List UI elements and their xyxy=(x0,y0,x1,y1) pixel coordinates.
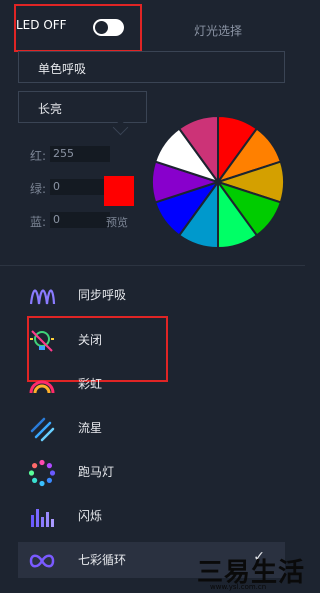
toggle-knob xyxy=(95,21,108,34)
blue-input[interactable]: 0 xyxy=(50,212,110,228)
red-input[interactable]: 255 xyxy=(50,146,110,162)
led-status-label: LED OFF xyxy=(16,18,67,32)
section-divider xyxy=(0,265,305,266)
color-preview-swatch xyxy=(104,176,134,206)
sub-mode-select[interactable]: 长亮 xyxy=(18,91,147,123)
effect-item-rainbow[interactable]: 彩虹 xyxy=(18,366,285,402)
effect-item-meteor[interactable]: 流星 xyxy=(18,410,285,446)
effect-item-sync-breathing[interactable]: 同步呼吸 xyxy=(18,277,285,313)
effect-label: 同步呼吸 xyxy=(78,288,127,302)
effect-label: 彩虹 xyxy=(78,377,103,391)
green-label: 绿: xyxy=(30,182,47,196)
red-label: 红: xyxy=(30,149,47,163)
mode-select[interactable]: 单色呼吸 xyxy=(18,51,285,83)
mode-select-value: 单色呼吸 xyxy=(38,62,87,76)
breathing-wave-icon xyxy=(29,289,56,305)
light-select-tab[interactable]: 灯光选择 xyxy=(194,22,242,39)
effect-label: 跑马灯 xyxy=(78,465,115,479)
meteor-icon xyxy=(30,417,55,442)
effect-label: 七彩循环 xyxy=(78,553,127,567)
flash-bars-icon xyxy=(31,509,54,527)
infinity-loop-icon xyxy=(29,554,55,568)
marquee-dots-icon xyxy=(28,459,56,487)
effect-label: 流星 xyxy=(78,421,103,435)
sub-mode-select-value: 长亮 xyxy=(38,102,63,116)
effect-item-marquee[interactable]: 跑马灯 xyxy=(18,454,285,490)
blue-label: 蓝: xyxy=(30,215,47,229)
led-toggle-switch[interactable] xyxy=(93,19,124,36)
preview-label: 预览 xyxy=(106,216,128,229)
rainbow-icon xyxy=(29,380,55,394)
effect-item-flash[interactable]: 闪烁 xyxy=(18,498,285,534)
effect-label: 闪烁 xyxy=(78,509,103,523)
color-wheel[interactable] xyxy=(150,114,286,250)
green-input[interactable]: 0 xyxy=(50,179,110,195)
watermark-url: www.ysl.com.cn xyxy=(210,583,267,591)
